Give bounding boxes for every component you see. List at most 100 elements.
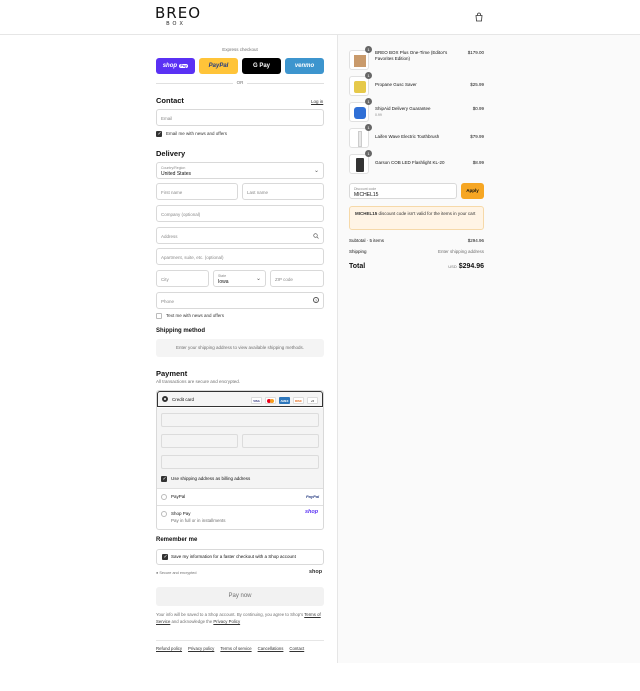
chevron-down-icon: ⌄ [313,168,319,174]
currency-code: USD [448,264,457,269]
legal-text-1: Your info will be saved to a Shop accoun… [156,612,304,617]
first-name-placeholder: First name [161,190,183,195]
cart-item: 1 Propane Gusc Saver $25.99 [349,72,484,96]
phone-placeholder: Phone [161,299,175,304]
footer-links: Refund policy Privacy policy Terms of se… [156,640,324,651]
product-thumbnail [349,102,369,122]
more-cards-badge: +5 [307,397,318,404]
country-label: Country/Region [161,166,186,170]
or-divider: OR [156,80,324,86]
state-select[interactable]: State Iowa ⌄ [213,270,266,287]
amex-icon: AMEX [279,397,290,404]
footer-link-cancellations[interactable]: Cancellations [258,646,284,651]
shop-pay-badge: Pay [179,64,189,68]
item-name: Garson COB LED Flashlight KL-20 [375,160,445,165]
item-price: $79.99 [470,134,484,139]
legal-text: Your info will be saved to a Shop accoun… [156,611,324,625]
paypal-label: PayPal [171,494,186,499]
quantity-badge: 1 [365,98,372,105]
phone-field[interactable]: Phone ? [156,292,324,309]
country-select[interactable]: Country/Region United States ⌄ [156,162,324,179]
company-field[interactable]: Company (optional) [156,205,324,222]
secure-note: ● Secure and encrypted [156,571,197,575]
apply-button[interactable]: Apply [461,183,484,199]
privacy-link[interactable]: Privacy Policy [213,619,240,624]
discount-code-field[interactable]: Discount code MICHEL15 [349,183,457,199]
zip-field[interactable]: ZIP code [270,270,324,287]
card-details-panel: Use shipping address as billing address [157,408,323,488]
country-value: United States [161,171,192,177]
name-on-card-field[interactable] [161,455,319,469]
total-label: Total [349,263,366,270]
legal-text-2: and acknowledge the [171,619,213,624]
warning-code: MICHEL15 [355,211,378,216]
footer-link-privacy[interactable]: Privacy policy [188,646,214,651]
payment-methods: Credit card VISA AMEX DISC +5 Use shippi… [156,390,324,530]
credit-card-radio[interactable] [162,396,168,402]
shop-pay-sub: Pay in full or in installments [171,518,226,523]
shop-pay-button[interactable]: shop Pay [156,58,195,74]
footer-link-terms[interactable]: Terms of service [220,646,251,651]
shipping-method-note: Enter your shipping address to view avai… [156,339,324,357]
subtotal-value: $294.96 [467,238,484,243]
item-price: $0.99 [472,106,484,111]
shipping-method-heading: Shipping method [156,328,205,334]
text-news-checkbox[interactable] [156,313,162,319]
credit-card-label: Credit card [172,397,195,402]
credit-card-option[interactable]: Credit card VISA AMEX DISC +5 [157,391,323,407]
last-name-field[interactable]: Last name [242,183,324,200]
product-thumbnail [349,76,369,96]
apartment-field[interactable]: Apartment, suite, etc. (optional) [156,248,324,265]
text-news-label: Text me with news and offers [166,313,224,318]
item-name: Laifen Wave Electric Toothbrush [375,134,440,139]
secure-text: Secure and encrypted [159,571,197,575]
shop-pay-radio[interactable] [161,511,167,517]
item-name: BREO BOX Plus One-Time (Editor's Favorit… [375,50,448,61]
discount-value: MICHEL15 [354,192,379,198]
remember-me-box: Save my information for a faster checkou… [156,549,324,565]
venmo-button[interactable]: venmo [285,58,324,74]
card-number-field[interactable] [161,413,319,427]
address-field[interactable]: Address [156,227,324,244]
contact-heading: Contact [156,96,184,105]
shopping-bag-icon[interactable] [474,12,484,22]
paypal-button[interactable]: PayPal [199,58,238,74]
state-value: Iowa [218,279,229,285]
state-label: State [218,274,227,278]
remember-me-heading: Remember me [156,537,198,543]
item-price: $179.00 [467,50,484,55]
express-checkout-label: Express checkout [222,47,258,52]
shop-pay-logo: shop [162,63,178,69]
email-news-checkbox[interactable] [156,131,162,137]
save-info-checkbox[interactable] [162,554,168,560]
first-name-field[interactable]: First name [156,183,238,200]
security-code-field[interactable] [242,434,319,448]
quantity-badge: 1 [365,150,372,157]
cart-item: 1 Garson COB LED Flashlight KL-20 $8.99 [349,150,484,174]
help-icon[interactable]: ? [313,297,319,303]
pay-now-button[interactable]: Pay now [156,587,324,606]
billing-address-label: Use shipping address as billing address [171,476,251,481]
total-value: $294.96 [458,263,484,270]
gpay-button[interactable]: G Pay [242,58,281,74]
log-in-link[interactable]: Log in [311,99,323,104]
billing-address-checkbox[interactable] [161,476,167,482]
visa-icon: VISA [251,397,262,404]
item-price: $25.99 [470,82,484,87]
item-name: Propane Gusc Saver [375,82,417,87]
quantity-badge: 1 [365,72,372,79]
mastercard-icon [265,397,276,404]
header: BREO BOX [0,0,640,35]
footer-link-contact[interactable]: Contact [289,646,304,651]
brand-line1: BREO [155,4,201,22]
chevron-down-icon: ⌄ [255,276,261,282]
city-field[interactable]: City [156,270,209,287]
email-news-label: Email me with news and offers [166,131,227,136]
brand-logo[interactable]: BREO BOX [155,4,201,28]
expiration-field[interactable] [161,434,238,448]
email-field[interactable]: Email [156,109,324,126]
shipping-value: Enter shipping address [437,249,484,254]
cart-item: 1 ShipAid Delivery Guarantee 0.99 $0.99 [349,98,484,122]
paypal-radio[interactable] [161,494,167,500]
footer-link-refund[interactable]: Refund policy [156,646,182,651]
